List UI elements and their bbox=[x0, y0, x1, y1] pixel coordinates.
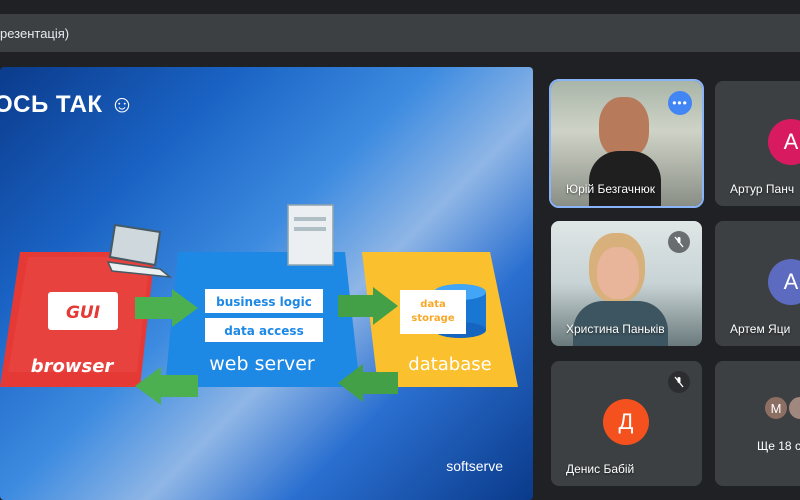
server-icon bbox=[287, 204, 334, 266]
participant-name: Юрій Безгачнюк bbox=[566, 182, 655, 196]
laptop-icon bbox=[106, 223, 173, 279]
architecture-diagram: GUI browser business logic data access w… bbox=[0, 204, 518, 405]
more-participants-label: Ще 18 с bbox=[757, 439, 800, 453]
participant-name: Артем Яци bbox=[730, 322, 791, 336]
mic-off-icon bbox=[668, 371, 690, 393]
presented-slide: ось так ☺ GUI browser business logic dat… bbox=[0, 67, 533, 500]
database-label: database bbox=[408, 354, 491, 375]
mini-avatar: М bbox=[763, 395, 789, 421]
participant-tile-overflow[interactable]: М Ще 18 с bbox=[715, 361, 800, 486]
participant-name: Христина Паньків bbox=[566, 322, 665, 336]
gui-label: GUI bbox=[66, 303, 100, 323]
data-storage-label-2: storage bbox=[411, 313, 454, 324]
data-storage-box bbox=[400, 290, 466, 334]
participant-tile-denys[interactable]: Д Денис Бабій bbox=[551, 361, 702, 486]
participant-tile-khrystyna[interactable]: Христина Паньків bbox=[551, 221, 702, 346]
avatar: А bbox=[768, 259, 800, 305]
top-bar bbox=[0, 0, 800, 14]
presentation-title-bar: резентація) bbox=[0, 14, 800, 52]
avatar: А bbox=[768, 119, 800, 165]
participant-name: Денис Бабій bbox=[566, 462, 635, 476]
participant-tile-artur[interactable]: А Артур Панч bbox=[715, 81, 800, 206]
business-logic-label: business logic bbox=[216, 295, 312, 309]
participant-name: Артур Панч bbox=[730, 182, 795, 196]
mini-avatar bbox=[787, 395, 800, 421]
browser-label: browser bbox=[31, 356, 115, 377]
data-storage-label-1: data bbox=[420, 299, 445, 310]
more-options-icon[interactable]: ••• bbox=[668, 91, 692, 115]
data-access-label: data access bbox=[224, 324, 303, 338]
avatar: Д bbox=[603, 399, 649, 445]
softserve-logo: softserve bbox=[446, 458, 503, 474]
participant-tile-artem[interactable]: А Артем Яци bbox=[715, 221, 800, 346]
presentation-title: резентація) bbox=[0, 25, 70, 41]
web-server-label: web server bbox=[209, 353, 315, 375]
mic-off-icon bbox=[668, 231, 690, 253]
participant-tile-yurii[interactable]: ••• Юрій Безгачнюк bbox=[549, 79, 704, 208]
